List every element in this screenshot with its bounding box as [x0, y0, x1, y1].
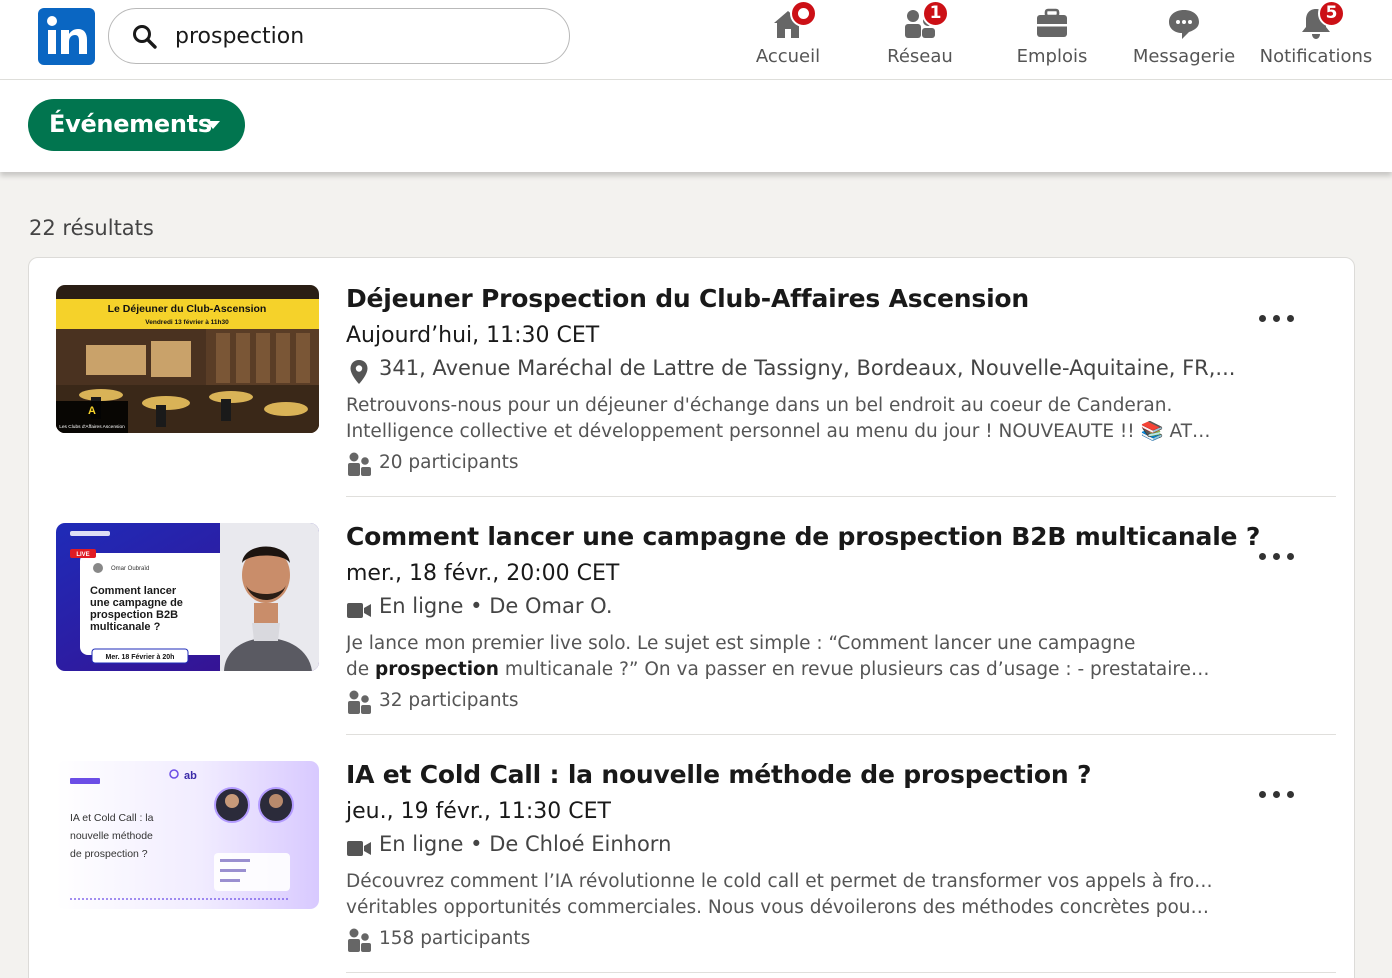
ellipsis-dot-icon	[1259, 791, 1266, 798]
description-line: Je lance mon premier live solo. Le sujet…	[346, 633, 1136, 654]
location-pin-icon	[350, 360, 368, 384]
count-badge: 1	[922, 0, 949, 27]
nav-item-reseau[interactable]: 1 Réseau	[854, 0, 986, 80]
count-badge: 5	[1318, 0, 1345, 27]
filter-bar: Événements	[0, 80, 1392, 172]
description-line: Intelligence collective et développement…	[346, 421, 1216, 442]
thumb-live-label: LIVE	[76, 552, 89, 558]
event-meta-text: En ligne • De Chloé Einhorn	[379, 832, 672, 856]
thumb-logo-text: Les Clubs d'Affaires Ascension	[59, 424, 125, 430]
description-line: de prospection multicanale ?” On va pass…	[346, 657, 1216, 683]
filter-label: Événements	[49, 110, 212, 138]
nav-item-messagerie[interactable]: Messagerie	[1118, 0, 1250, 80]
more-options-button[interactable]	[1249, 780, 1305, 808]
event-thumbnail[interactable]: Le Déjeuner du Club-Ascension Vendredi 1…	[56, 285, 319, 433]
video-camera-icon	[347, 841, 371, 856]
thumb-line: nouvelle méthode	[70, 830, 153, 842]
ellipsis-dot-icon	[1287, 553, 1294, 560]
nav-label: Emplois	[1016, 46, 1088, 67]
event-date: Aujourd’hui, 11:30 CET	[346, 323, 600, 348]
messaging-icon	[1169, 10, 1199, 39]
ellipsis-dot-icon	[1273, 315, 1280, 322]
events-filter-button[interactable]: Événements	[28, 99, 245, 151]
highlighted-keyword: prospection	[375, 659, 499, 680]
description-line: véritables opportunités commerciales. No…	[346, 897, 1216, 918]
event-description: Je lance mon premier live solo. Le sujet…	[346, 631, 1216, 683]
more-options-button[interactable]	[1249, 542, 1305, 570]
thumb-banner-subtitle: Vendredi 13 février à 11h30	[145, 319, 229, 326]
nav-label: Accueil	[755, 46, 821, 67]
thumb-line: IA et Cold Call : la	[70, 812, 154, 824]
ellipsis-dot-icon	[1273, 791, 1280, 798]
thumb-banner-title: Le Déjeuner du Club-Ascension	[108, 303, 267, 315]
event-description: Découvrez comment l’IA révolutionne le c…	[346, 869, 1216, 921]
more-options-button[interactable]	[1249, 304, 1305, 332]
event-date: jeu., 19 févr., 11:30 CET	[346, 799, 611, 824]
nav-item-emplois[interactable]: Emplois	[986, 0, 1118, 80]
thumb-line: de prospection ?	[70, 848, 148, 860]
thumb-headline: prospection B2B	[90, 609, 178, 621]
top-navigation-bar: Accueil 1 Réseau Emplois Messagerie	[0, 0, 1392, 80]
attendee-count: 32 participants	[379, 690, 519, 711]
ellipsis-dot-icon	[1273, 553, 1280, 560]
attendee-count: 20 participants	[379, 452, 519, 473]
thumb-host: Omar Oubraïd	[111, 566, 149, 572]
nav-label: Notifications	[1259, 46, 1373, 67]
search-bar[interactable]	[108, 8, 570, 64]
search-input[interactable]	[175, 19, 555, 53]
event-result: Le Déjeuner du Club-Ascension Vendredi 1…	[29, 258, 1356, 497]
description-text: de	[346, 659, 376, 680]
thumb-brand: ab	[184, 770, 197, 782]
event-date: mer., 18 févr., 20:00 CET	[346, 561, 620, 586]
results-card: Le Déjeuner du Club-Ascension Vendredi 1…	[28, 257, 1355, 978]
event-title[interactable]: Comment lancer une campagne de prospecti…	[346, 522, 1260, 551]
ellipsis-dot-icon	[1287, 791, 1294, 798]
attendee-count: 158 participants	[379, 928, 531, 949]
thumb-headline: Comment lancer	[90, 585, 177, 597]
description-line: Découvrez comment l’IA révolutionne le c…	[346, 871, 1216, 892]
results-count: 22 résultats	[29, 216, 154, 240]
linkedin-logo-icon[interactable]	[38, 8, 95, 65]
event-meta-text: En ligne • De Omar O.	[379, 594, 613, 618]
event-result: LIVE Omar Oubraïd Comment lancer une cam…	[29, 496, 1356, 735]
video-camera-icon	[347, 603, 371, 618]
activity-dot-badge	[790, 0, 817, 27]
nav-label: Messagerie	[1132, 46, 1236, 67]
event-description: Retrouvons-nous pour un déjeuner d'échan…	[346, 393, 1216, 445]
people-icon	[348, 690, 371, 714]
thumb-date-chip: Mer. 18 Février à 20h	[106, 654, 175, 661]
nav-label: Réseau	[887, 46, 953, 67]
description-line: Retrouvons-nous pour un déjeuner d'échan…	[346, 395, 1173, 416]
event-thumbnail[interactable]: LIVE Omar Oubraïd Comment lancer une cam…	[56, 523, 319, 671]
description-text: multicanale ?” On va passer en revue plu…	[498, 659, 1216, 680]
event-result: ab IA et Cold Call : la nouvelle méthode…	[29, 734, 1356, 973]
nav-item-accueil[interactable]: Accueil	[722, 0, 854, 80]
briefcase-icon	[1037, 8, 1067, 37]
thumb-headline: une campagne de	[90, 597, 183, 609]
people-icon	[348, 928, 371, 952]
ellipsis-dot-icon	[1287, 315, 1294, 322]
event-title[interactable]: Déjeuner Prospection du Club-Affaires As…	[346, 284, 1029, 313]
nav-item-notifications[interactable]: 5 Notifications	[1250, 0, 1382, 80]
divider	[346, 972, 1336, 973]
event-title[interactable]: IA et Cold Call : la nouvelle méthode de…	[346, 760, 1091, 789]
caret-down-icon	[206, 121, 220, 129]
event-thumbnail[interactable]: ab IA et Cold Call : la nouvelle méthode…	[56, 761, 319, 909]
svg-text:A: A	[88, 405, 96, 417]
thumb-headline: multicanale ?	[90, 621, 161, 633]
ellipsis-dot-icon	[1259, 553, 1266, 560]
people-icon	[348, 452, 371, 476]
search-icon	[133, 25, 157, 49]
ellipsis-dot-icon	[1259, 315, 1266, 322]
event-meta-text: 341, Avenue Maréchal de Lattre de Tassig…	[379, 356, 1236, 380]
